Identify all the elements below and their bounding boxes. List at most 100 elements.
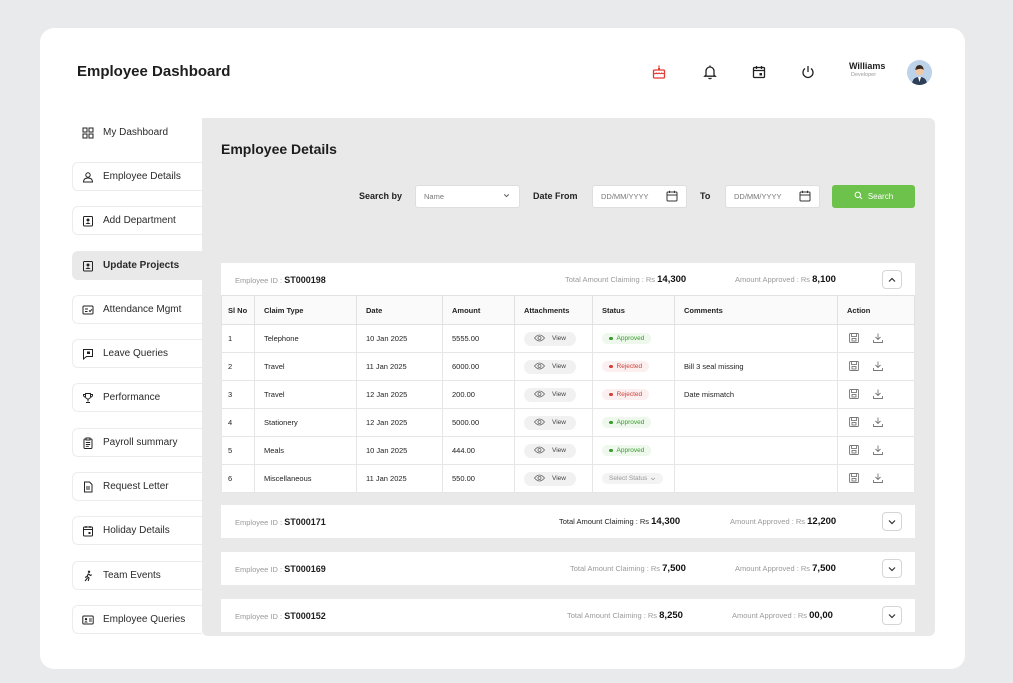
eye-icon [533, 446, 546, 456]
employee-row[interactable]: Employee ID : ST000198 Total Amount Clai… [221, 263, 915, 296]
cell-claim-type: Meals [254, 436, 357, 465]
amount-approved: Amount Approved : Rs 7,500 [735, 563, 836, 574]
dashboard-icon [81, 126, 95, 140]
calendar-icon[interactable] [749, 62, 769, 82]
sidebar-item-team-events[interactable]: Team Events [72, 561, 202, 590]
search-button[interactable]: Search [832, 185, 915, 208]
view-attachment-button[interactable]: View [524, 415, 576, 430]
expand-button[interactable] [882, 512, 902, 531]
cell-status: Approved [592, 436, 675, 465]
cell-comment [674, 324, 838, 353]
view-attachment-button[interactable]: View [524, 443, 576, 458]
cell-status: Approved [592, 408, 675, 437]
cake-icon[interactable] [649, 62, 669, 82]
save-icon[interactable] [848, 360, 860, 374]
document-icon [81, 480, 95, 494]
eye-icon [533, 418, 546, 428]
sidebar-item-employee-queries[interactable]: Employee Queries [72, 605, 202, 634]
collapse-button[interactable] [882, 270, 902, 289]
amount-approved: Amount Approved : Rs 00,00 [732, 610, 833, 621]
employee-id: Employee ID : ST000169 [235, 563, 326, 574]
bell-icon[interactable] [700, 62, 720, 82]
status-select[interactable]: Select Status [602, 473, 664, 484]
cell-action [837, 324, 915, 353]
column-header: Date [356, 295, 443, 325]
total-claim: Total Amount Claiming : Rs 7,500 [570, 563, 686, 574]
search-by-label: Search by [359, 191, 403, 201]
download-icon[interactable] [872, 360, 884, 374]
cell-comment [674, 464, 838, 493]
download-icon[interactable] [872, 444, 884, 458]
cell-claim-type: Stationery [254, 408, 357, 437]
date-to-field[interactable]: DD/MM/YYYY [725, 185, 820, 208]
sidebar-item-label: Request Letter [103, 481, 169, 492]
cell-sl: 1 [221, 324, 255, 353]
date-from-field[interactable]: DD/MM/YYYY [592, 185, 687, 208]
sidebar-item-performance[interactable]: Performance [72, 383, 202, 412]
view-attachment-button[interactable]: View [524, 359, 576, 374]
status-badge: Approved [602, 445, 652, 456]
column-header: Amount [442, 295, 515, 325]
calendar-icon[interactable] [666, 190, 678, 204]
sidebar-item-add-department[interactable]: Add Department [72, 206, 202, 235]
save-icon[interactable] [848, 444, 860, 458]
sidebar-item-holiday[interactable]: Holiday Details [72, 516, 202, 545]
avatar[interactable] [907, 60, 932, 85]
cell-status: Select Status [592, 464, 675, 493]
cell-date: 10 Jan 2025 [356, 324, 443, 353]
id-badge-icon [81, 259, 95, 273]
cell-amount: 444.00 [442, 436, 515, 465]
cell-status: Approved [592, 324, 675, 353]
sidebar-item-label: Leave Queries [103, 348, 169, 359]
save-icon[interactable] [848, 332, 860, 346]
view-attachment-button[interactable]: View [524, 387, 576, 402]
eye-icon [533, 334, 546, 344]
cell-claim-type: Miscellaneous [254, 464, 357, 493]
power-icon[interactable] [798, 62, 818, 82]
download-icon[interactable] [872, 332, 884, 346]
cell-action [837, 380, 915, 409]
sidebar-item-attendance[interactable]: Attendance Mgmt [72, 295, 202, 324]
sidebar-item-leave-queries[interactable]: Leave Queries [72, 339, 202, 368]
cell-status: Rejected [592, 380, 675, 409]
expand-button[interactable] [882, 606, 902, 625]
download-icon[interactable] [872, 388, 884, 402]
id-badge-icon [81, 214, 95, 228]
cell-attachment: View [514, 408, 593, 437]
cell-date: 12 Jan 2025 [356, 408, 443, 437]
calendar-icon[interactable] [799, 190, 811, 204]
main-panel: Employee Details Search by Name Date Fro… [202, 118, 935, 636]
sidebar-item-my-dashboard[interactable]: My Dashboard [72, 118, 202, 147]
sidebar-item-label: Attendance Mgmt [103, 304, 182, 315]
sidebar-item-label: Payroll summary [103, 437, 178, 448]
download-icon[interactable] [872, 416, 884, 430]
cell-sl: 3 [221, 380, 255, 409]
status-badge: Approved [602, 333, 652, 344]
sidebar-item-employee-details[interactable]: Employee Details [72, 162, 202, 191]
view-attachment-button[interactable]: View [524, 331, 576, 346]
contact-card-icon [81, 613, 95, 627]
user-name[interactable]: Williams [849, 61, 885, 71]
table-row: 2 Travel 11 Jan 2025 6000.00 View Rejected Bil… [221, 352, 915, 381]
column-header: Claim Type [254, 295, 357, 325]
employee-row[interactable]: Employee ID : ST000171 Total Amount Clai… [221, 505, 915, 538]
amount-approved: Amount Approved : Rs 12,200 [730, 516, 837, 527]
sidebar-item-label: Employee Details [103, 171, 181, 182]
total-claim: Total Amount Claiming : Rs 8,250 [567, 610, 683, 621]
cell-comment: Bill 3 seal missing [674, 352, 838, 381]
view-attachment-button[interactable]: View [524, 471, 576, 486]
sidebar-item-update-projects[interactable]: Update Projects [72, 251, 202, 280]
expand-button[interactable] [882, 559, 902, 578]
employee-row[interactable]: Employee ID : ST000152 Total Amount Clai… [221, 599, 915, 632]
download-icon[interactable] [872, 472, 884, 486]
sidebar-item-label: Add Department [103, 215, 176, 226]
save-icon[interactable] [848, 416, 860, 430]
eye-icon [533, 474, 546, 484]
employee-row[interactable]: Employee ID : ST000169 Total Amount Clai… [221, 552, 915, 585]
search-by-select[interactable]: Name [415, 185, 520, 208]
save-icon[interactable] [848, 472, 860, 486]
sidebar-item-payroll[interactable]: Payroll summary [72, 428, 202, 457]
sidebar-item-request-letter[interactable]: Request Letter [72, 472, 202, 501]
save-icon[interactable] [848, 388, 860, 402]
table-header-row: Sl No Claim Type Date Amount Attachments… [221, 295, 915, 325]
